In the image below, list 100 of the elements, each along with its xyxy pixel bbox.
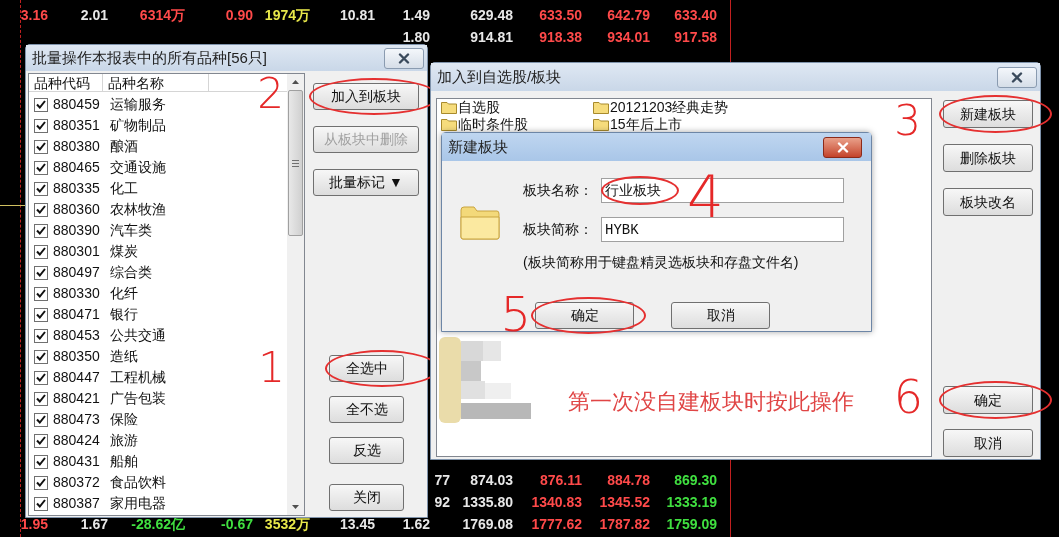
checkbox[interactable] — [34, 475, 48, 490]
step-number: 2 — [257, 73, 284, 115]
name-cell-text: 旅游 — [110, 431, 138, 450]
quote-cell-text: 1335.80 — [462, 493, 513, 512]
checkbox[interactable] — [34, 349, 48, 364]
column-header[interactable]: 品种名称 — [103, 74, 209, 92]
window-title: 新建板块 — [448, 136, 508, 157]
dialog-button[interactable]: 取消 — [671, 302, 770, 329]
code-cell-text: 880360 — [53, 200, 101, 219]
checkbox[interactable] — [34, 307, 48, 322]
code-cell-text: 880424 — [53, 431, 101, 450]
code-cell-text: 880431 — [53, 452, 101, 471]
dialog-button[interactable]: 加入到板块 — [313, 83, 419, 110]
dialog-button[interactable]: 确定 — [535, 302, 634, 329]
name-cell-text: 银行 — [110, 305, 138, 324]
checkbox[interactable] — [34, 160, 48, 175]
code-cell-text: 880372 — [53, 473, 101, 492]
step-number: 1 — [258, 347, 285, 389]
quote-cell-text: 914.81 — [470, 28, 513, 47]
dialog-button[interactable]: 关闭 — [329, 484, 404, 511]
dialog-button[interactable]: 板块改名 — [943, 188, 1033, 216]
checkbox[interactable] — [34, 286, 48, 301]
column-header[interactable]: 品种代码 — [29, 74, 103, 92]
name-cell-text: 公共交通 — [110, 326, 166, 345]
quote-cell-text: 876.11 — [539, 471, 582, 490]
code-cell-text: 880330 — [53, 284, 101, 303]
name-cell-text: 工程机械 — [110, 368, 166, 387]
field-label: 板块名称： — [523, 181, 594, 200]
scroll-up-icon[interactable] — [292, 80, 299, 84]
quote-cell-text: 3532万 — [264, 515, 310, 534]
quote-cell-text: 642.79 — [607, 6, 650, 25]
quote-cell-text: 0.90 — [225, 6, 253, 25]
hint-text: (板块简称用于键盘精灵选板块和存盘文件名) — [523, 253, 800, 272]
dialog-button[interactable]: 删除板块 — [943, 144, 1033, 172]
checkbox[interactable] — [34, 244, 48, 259]
checkbox[interactable] — [34, 181, 48, 196]
quote-cell-text: 3.16 — [20, 6, 48, 25]
quote-cell-text: 6314万 — [139, 6, 185, 25]
code-cell-text: 880447 — [53, 368, 101, 387]
dialog-button[interactable]: 全不选 — [329, 396, 404, 423]
quote-cell-text: 1974万 — [264, 6, 310, 25]
quote-cell-text: 629.48 — [470, 6, 513, 25]
name-cell-text: 家用电器 — [110, 494, 166, 513]
quote-cell-text: 1345.52 — [599, 493, 650, 512]
checkbox[interactable] — [34, 223, 48, 238]
code-cell-text: 880351 — [53, 116, 101, 135]
close-button[interactable] — [997, 66, 1037, 88]
name-cell-text: 农林牧渔 — [110, 200, 166, 219]
checkbox[interactable] — [34, 391, 48, 406]
dialog-button[interactable]: 批量标记 ▼ — [313, 169, 419, 196]
grip-icon — [292, 159, 299, 167]
scroll-down-icon[interactable] — [292, 505, 299, 509]
dialog-button[interactable]: 新建板块 — [943, 100, 1033, 128]
dialog-button[interactable]: 取消 — [943, 429, 1033, 457]
name-cell-text: 保险 — [110, 410, 138, 429]
dialog-button[interactable]: 反选 — [329, 437, 404, 464]
dialog-button[interactable]: 全选中 — [329, 355, 404, 382]
checkbox[interactable] — [34, 139, 48, 154]
checkbox[interactable] — [34, 97, 48, 112]
checkbox[interactable] — [34, 412, 48, 427]
name-cell-text: 交通设施 — [110, 158, 166, 177]
name-cell-text: 汽车类 — [110, 221, 152, 240]
close-button[interactable] — [823, 136, 862, 158]
scrollbar-thumb[interactable] — [288, 90, 303, 236]
code-cell-text: 880421 — [53, 389, 101, 408]
name-cell-text: 船舶 — [110, 452, 138, 471]
checkbox[interactable] — [34, 202, 48, 217]
dialog-button[interactable]: 确定 — [943, 386, 1033, 414]
quote-cell-text: 1.49 — [402, 6, 430, 25]
checkbox[interactable] — [34, 433, 48, 448]
quote-cell-text: -0.67 — [221, 515, 253, 534]
checkbox[interactable] — [34, 370, 48, 385]
annotation-note: 第一次没自建板块时按此操作 — [568, 388, 854, 416]
quote-cell-text: 917.58 — [674, 28, 717, 47]
input-field[interactable]: HYBK — [601, 217, 844, 243]
checkbox[interactable] — [34, 328, 48, 343]
code-cell-text: 880350 — [53, 347, 101, 366]
step-number: 5 — [500, 290, 531, 338]
checkbox[interactable] — [34, 496, 48, 511]
checkbox[interactable] — [34, 454, 48, 469]
name-cell-text: 化工 — [110, 179, 138, 198]
quote-cell-text: 934.01 — [607, 28, 650, 47]
close-button[interactable] — [384, 47, 424, 69]
field-label: 板块简称： — [523, 220, 594, 239]
name-cell-text: 广告包装 — [110, 389, 166, 408]
quote-cell-text: 1777.62 — [531, 515, 582, 534]
checkbox[interactable] — [34, 118, 48, 133]
name-cell-text: 酿酒 — [110, 137, 138, 156]
quote-cell-text: 77 — [434, 471, 450, 490]
quote-cell-text: 869.30 — [674, 471, 717, 490]
quote-cell-text: 1769.08 — [462, 515, 513, 534]
quote-cell-text: 92 — [434, 493, 450, 512]
code-cell-text: 880387 — [53, 494, 101, 513]
checkbox[interactable] — [34, 265, 48, 280]
code-cell-text: 880497 — [53, 263, 101, 282]
name-cell-text: 食品饮料 — [110, 473, 166, 492]
close-icon — [1011, 71, 1023, 83]
scrollbar[interactable] — [287, 74, 304, 515]
quote-cell-text: 2.01 — [80, 6, 108, 25]
code-cell-text: 880465 — [53, 158, 101, 177]
